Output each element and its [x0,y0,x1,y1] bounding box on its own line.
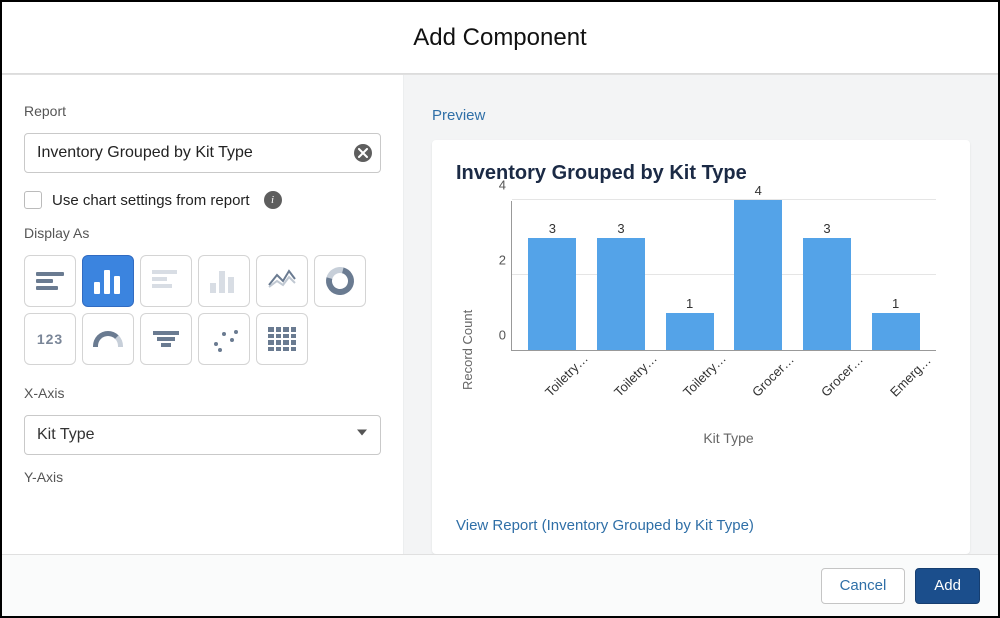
stacked-horizontal-bar-icon[interactable] [140,255,192,307]
preview-panel: Preview Inventory Grouped by Kit Type Re… [404,75,998,554]
chevron-down-icon [355,426,369,445]
x-tick-label: Emerg… [887,354,933,400]
display-as-grid: 123 [24,255,381,365]
bar-value-label: 1 [686,296,693,311]
modal-footer: Cancel Add [2,554,998,616]
x-tick-label: Toiletry… [542,354,588,400]
cancel-button[interactable]: Cancel [821,568,906,604]
bar: 3 [802,221,852,351]
horizontal-bar-chart-icon[interactable] [24,255,76,307]
settings-panel: Report Use chart settings from report i … [2,75,404,554]
display-as-label: Display As [24,225,381,241]
bar-value-label: 4 [755,183,762,198]
stacked-vertical-bar-icon[interactable] [198,255,250,307]
line-chart-icon[interactable] [256,255,308,307]
y-tick-label: 0 [478,328,506,343]
x-tick-label: Grocer… [749,354,795,400]
xaxis-section-label: X-Axis [24,385,381,401]
bar: 3 [596,221,646,351]
modal-body: Report Use chart settings from report i … [2,74,998,554]
view-report-link[interactable]: View Report (Inventory Grouped by Kit Ty… [456,517,946,534]
x-tick-labels: Toiletry…Toiletry…Toiletry…Grocer…Grocer… [511,361,936,376]
metric-icon[interactable]: 123 [24,313,76,365]
clear-icon[interactable] [354,144,372,162]
report-field-wrap [24,133,381,173]
funnel-chart-icon[interactable] [140,313,192,365]
bar: 3 [527,221,577,351]
bar: 1 [665,296,715,351]
yaxis-section-label: Y-Axis [24,469,381,485]
vertical-bar-chart-icon[interactable] [82,255,134,307]
modal-title: Add Component [2,2,998,74]
report-input[interactable] [24,133,381,173]
x-tick-label: Toiletry… [611,354,657,400]
add-component-modal: Add Component Report Use chart settings … [0,0,1000,618]
bar-value-label: 1 [892,296,899,311]
add-button[interactable]: Add [915,568,980,604]
report-label: Report [24,103,381,119]
use-chart-settings-row: Use chart settings from report i [24,191,381,209]
bar-value-label: 3 [549,221,556,236]
info-icon[interactable]: i [264,191,282,209]
preview-section-label: Preview [432,107,970,124]
use-chart-settings-label: Use chart settings from report [52,192,250,209]
preview-card: Inventory Grouped by Kit Type Record Cou… [432,140,970,554]
gauge-chart-icon[interactable] [82,313,134,365]
donut-chart-icon[interactable] [314,255,366,307]
xaxis-select[interactable]: Kit Type [24,415,381,455]
x-tick-label: Grocer… [818,354,864,400]
y-tick-label: 4 [478,178,506,193]
table-icon[interactable] [256,313,308,365]
x-tick-label: Toiletry… [680,354,726,400]
preview-title: Inventory Grouped by Kit Type [456,162,946,185]
plot-area: 024331431 [511,201,936,351]
chart: Record Count 024331431 Toiletry…Toiletry… [456,201,946,499]
xaxis-select-wrap: Kit Type [24,415,381,455]
xaxis-title: Kit Type [511,430,946,446]
use-chart-settings-checkbox[interactable] [24,191,42,209]
y-tick-label: 2 [478,253,506,268]
scatter-chart-icon[interactable] [198,313,250,365]
yaxis-label: Record Count [456,201,475,499]
bar: 1 [871,296,921,351]
bar-value-label: 3 [823,221,830,236]
bar-value-label: 3 [617,221,624,236]
bar: 4 [733,183,783,350]
